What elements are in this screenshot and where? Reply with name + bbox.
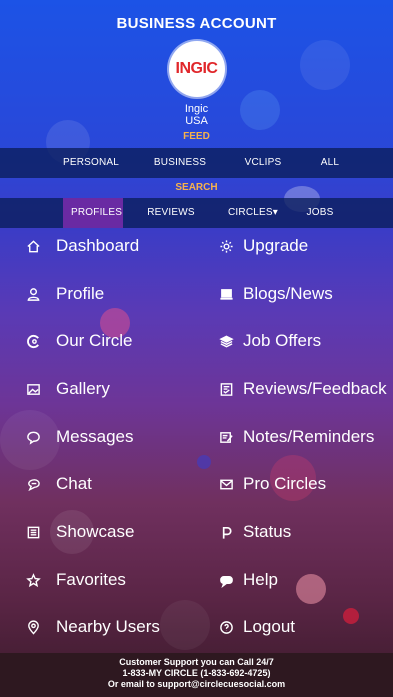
menu-item-label: Blogs/News — [243, 284, 333, 303]
menu-item-logout[interactable]: Logout — [217, 612, 295, 642]
menu-item-profile[interactable]: Profile — [24, 279, 104, 309]
menu-item-notes-reminders[interactable]: Notes/Reminders — [217, 422, 374, 452]
menu-item-dashboard[interactable]: Dashboard — [24, 231, 139, 261]
tab-all[interactable]: ALL — [315, 148, 345, 178]
account-type-title: BUSINESS ACCOUNT — [116, 15, 277, 32]
menu-screen: BUSINESS ACCOUNT INGIC Ingic USA FEED PE… — [0, 0, 393, 697]
menu-item-blogs-news[interactable]: Blogs/News — [217, 279, 333, 309]
tab-circles[interactable]: CIRCLES▾ — [228, 198, 278, 228]
gallery-icon — [24, 380, 42, 398]
user-icon — [24, 285, 42, 303]
support-hours-text: Customer Support you can Call 24/7 — [119, 657, 274, 667]
search-section-label: SEARCH — [175, 182, 218, 193]
feed-tab-bar: PERSONAL BUSINESS VCLIPS ALL — [0, 148, 393, 178]
support-footer: Customer Support you can Call 24/7 1-833… — [0, 653, 393, 697]
menu-item-messages[interactable]: Messages — [24, 422, 133, 452]
support-email-link[interactable]: Or email to support@circlecuesocial.com — [0, 679, 393, 690]
menu-item-nearby-users[interactable]: Nearby Users — [24, 612, 160, 642]
status-icon — [217, 523, 235, 541]
menu-item-label: Showcase — [56, 522, 135, 541]
tab-personal[interactable]: PERSONAL — [60, 148, 122, 178]
note-icon — [217, 428, 235, 446]
tab-business[interactable]: BUSINESS — [150, 148, 210, 178]
gear-icon — [217, 237, 235, 255]
account-header: BUSINESS ACCOUNT INGIC Ingic USA FEED — [0, 0, 393, 148]
layers-icon — [217, 332, 235, 350]
menu-item-showcase[interactable]: Showcase — [24, 517, 134, 547]
showcase-icon — [24, 523, 42, 541]
review-icon — [217, 380, 235, 398]
menu-item-label: Pro Circles — [243, 474, 327, 493]
tab-profiles[interactable]: PROFILES — [63, 198, 123, 228]
menu-item-job-offers[interactable]: Job Offers — [217, 326, 321, 356]
tab-reviews[interactable]: REVIEWS — [146, 198, 196, 228]
profile-logo[interactable]: INGIC — [168, 41, 225, 97]
location-icon — [24, 618, 42, 636]
menu-item-label: Notes/Reminders — [243, 427, 375, 446]
menu-item-label: Upgrade — [243, 236, 309, 255]
laptop-icon — [217, 285, 235, 303]
menu-item-label: Nearby Users — [56, 617, 160, 636]
menu-item-label: Dashboard — [56, 236, 140, 255]
logo-text: INGIC — [175, 60, 218, 77]
chat-icon — [24, 475, 42, 493]
menu-item-label: Chat — [56, 474, 92, 493]
menu-item-help[interactable]: Help — [217, 565, 278, 595]
menu-item-label: Gallery — [56, 379, 110, 398]
menu-item-pro-circles[interactable]: Pro Circles — [217, 469, 326, 499]
tab-jobs[interactable]: JOBS — [305, 198, 335, 228]
tab-vclips[interactable]: VCLIPS — [238, 148, 288, 178]
menu-item-favorites[interactable]: Favorites — [24, 565, 126, 595]
search-tab-bar: PROFILES REVIEWS CIRCLES▾ JOBS — [0, 198, 393, 228]
menu-item-label: Favorites — [56, 570, 126, 589]
help-chat-icon — [217, 571, 235, 589]
menu-item-label: Job Offers — [243, 331, 322, 350]
menu-item-label: Reviews/Feedback — [243, 379, 387, 398]
feed-section-label: FEED — [183, 131, 210, 142]
menu-item-gallery[interactable]: Gallery — [24, 374, 110, 404]
support-phone-link[interactable]: 1-833-MY CIRCLE (1-833-692-4725) — [0, 668, 393, 679]
menu-item-chat[interactable]: Chat — [24, 469, 92, 499]
logout-icon — [217, 618, 235, 636]
menu-item-status[interactable]: Status — [217, 517, 291, 547]
star-icon — [24, 571, 42, 589]
menu-item-label: Messages — [56, 427, 134, 446]
menu-item-reviews-feedback[interactable]: Reviews/Feedback — [217, 374, 387, 404]
home-icon — [24, 237, 42, 255]
menu-item-our-circle[interactable]: Our Circle — [24, 326, 133, 356]
menu-item-label: Profile — [56, 284, 105, 303]
menu-item-label: Logout — [243, 617, 295, 636]
circle-icon — [24, 332, 42, 350]
menu-item-upgrade[interactable]: Upgrade — [217, 231, 308, 261]
main-menu: Dashboard Profile Our Circle Gallery Mes… — [0, 228, 393, 650]
menu-item-label: Our Circle — [56, 331, 133, 350]
menu-item-label: Status — [243, 522, 292, 541]
mail-icon — [217, 475, 235, 493]
menu-item-label: Help — [243, 570, 278, 589]
user-country: USA — [185, 115, 208, 127]
message-icon — [24, 428, 42, 446]
user-name: Ingic — [184, 103, 209, 115]
